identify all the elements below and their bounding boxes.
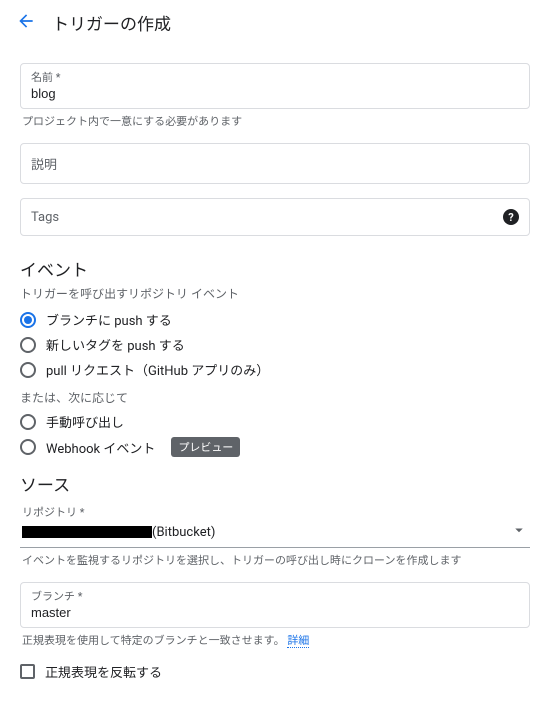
- name-hint: プロジェクト内で一意にする必要があります: [22, 113, 530, 129]
- radio-label: 新しいタグを push する: [46, 335, 185, 354]
- or-label: または、次に応じて: [20, 389, 530, 406]
- help-icon[interactable]: ?: [503, 209, 519, 225]
- back-arrow-icon[interactable]: [16, 11, 36, 35]
- repository-label: リポジトリ *: [22, 504, 528, 520]
- radio-icon: [20, 414, 36, 430]
- radio-icon: [20, 362, 36, 378]
- invert-regex-checkbox[interactable]: 正規表現を反転する: [20, 662, 530, 681]
- repository-value: (Bitbucket): [22, 525, 215, 540]
- radio-label: Webhook イベント: [46, 438, 155, 457]
- radio-push-tag[interactable]: 新しいタグを push する: [20, 335, 530, 354]
- page-title: トリガーの作成: [52, 10, 171, 35]
- radio-push-branch[interactable]: ブランチに push する: [20, 310, 530, 329]
- source-section-title: ソース: [20, 471, 530, 496]
- branch-input[interactable]: [31, 605, 519, 620]
- branch-label: ブランチ *: [31, 588, 519, 604]
- branch-hint-link[interactable]: 詳細: [287, 634, 309, 648]
- description-input[interactable]: 説明: [20, 143, 530, 184]
- name-field-container[interactable]: 名前 *: [20, 63, 530, 109]
- checkbox-icon: [20, 664, 35, 679]
- repository-suffix: (Bitbucket): [152, 525, 215, 540]
- radio-label: pull リクエスト（GitHub アプリのみ）: [46, 360, 269, 379]
- name-input[interactable]: [31, 86, 519, 101]
- description-placeholder: 説明: [31, 158, 57, 173]
- radio-icon: [20, 312, 36, 328]
- preview-chip: プレビュー: [171, 437, 240, 457]
- radio-label: ブランチに push する: [46, 310, 172, 329]
- radio-pull-request[interactable]: pull リクエスト（GitHub アプリのみ）: [20, 360, 530, 379]
- repository-hint: イベントを監視するリポジトリを選択し、トリガーの呼び出し時にクローンを作成します: [22, 552, 530, 568]
- branch-hint: 正規表現を使用して特定のブランチと一致させます。 詳細: [22, 632, 530, 648]
- event-section-subtitle: トリガーを呼び出すリポジトリ イベント: [20, 285, 530, 302]
- radio-label: 手動呼び出し: [46, 412, 124, 431]
- invert-regex-label: 正規表現を反転する: [45, 662, 162, 681]
- tags-placeholder: Tags: [31, 210, 59, 225]
- name-label: 名前 *: [31, 69, 519, 85]
- radio-webhook[interactable]: Webhook イベント プレビュー: [20, 437, 530, 457]
- radio-icon: [20, 337, 36, 353]
- event-section-title: イベント: [20, 256, 530, 281]
- radio-manual[interactable]: 手動呼び出し: [20, 412, 530, 431]
- repository-dropdown[interactable]: リポジトリ * (Bitbucket): [20, 500, 530, 548]
- chevron-down-icon: [510, 521, 528, 543]
- branch-field-container[interactable]: ブランチ *: [20, 582, 530, 628]
- branch-hint-text: 正規表現を使用して特定のブランチと一致させます。: [22, 634, 285, 647]
- redacted-repo-name: [22, 526, 152, 538]
- tags-input[interactable]: Tags ?: [20, 198, 530, 236]
- radio-icon: [20, 439, 36, 455]
